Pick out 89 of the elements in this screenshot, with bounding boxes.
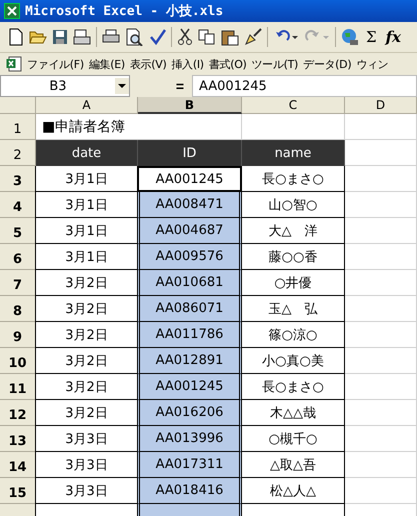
table-cell: AA013996 (137, 426, 242, 452)
row-header[interactable]: 8 (0, 296, 36, 322)
row-header[interactable]: 4 (0, 192, 36, 218)
column-header[interactable]: A (36, 97, 138, 114)
table-cell: 大△ 洋 (241, 218, 345, 244)
empty-cell (345, 218, 417, 244)
table-cell: AA009576 (137, 244, 242, 270)
printer-icon[interactable] (102, 29, 120, 45)
row-header[interactable]: 5 (0, 218, 36, 244)
table-cell: AA016206 (137, 400, 242, 426)
table-cell: 松△人△ (241, 478, 345, 504)
menu-item[interactable]: ファイル(F) (27, 56, 84, 72)
table-cell: AA010681 (137, 270, 242, 296)
empty-cell (345, 296, 417, 322)
row-header[interactable]: 9 (0, 322, 36, 348)
empty-cell (345, 452, 417, 478)
table-cell: 長○まさ○ (241, 374, 345, 400)
table-cell: AA017311 (137, 452, 242, 478)
menu-item[interactable]: 表示(V) (130, 56, 166, 72)
autosum-button[interactable]: Σ (364, 28, 379, 46)
empty-cell (345, 478, 417, 504)
row-header[interactable]: 6 (0, 244, 36, 270)
table-cell: 玉△ 弘 (241, 296, 345, 322)
table-cell: 山○智○ (241, 192, 345, 218)
column-header[interactable]: D (345, 97, 417, 114)
spreadsheet-icon (4, 3, 20, 19)
column-title: name (242, 140, 345, 166)
column-header[interactable]: C (242, 97, 345, 114)
table-cell: AA004687 (137, 218, 242, 244)
row-header[interactable]: 14 (0, 452, 36, 478)
scissors-icon[interactable] (177, 28, 193, 46)
menu-item[interactable]: ウィン (356, 56, 388, 72)
empty-cell (345, 348, 417, 374)
globe-icon[interactable] (341, 28, 359, 46)
row-header[interactable]: 7 (0, 270, 36, 296)
new-document-icon[interactable] (8, 28, 24, 46)
table-cell: 小○真○美 (241, 348, 345, 374)
column-title: ID (138, 140, 242, 166)
row-header[interactable]: 15 (0, 478, 36, 504)
menu-item[interactable]: 書式(O) (208, 56, 247, 72)
empty-cell (345, 400, 417, 426)
table-cell: 木△△哉 (241, 400, 345, 426)
table-cell: ○槻千○ (241, 426, 345, 452)
empty-cell (345, 114, 417, 140)
table-cell: AA001245 (137, 374, 242, 400)
column-title: date (36, 140, 138, 166)
empty-cell (345, 426, 417, 452)
table-cell: 長○まさ○ (241, 166, 345, 192)
table-cell: 藤○○香 (241, 244, 345, 270)
row-header[interactable]: 10 (0, 348, 36, 374)
empty-cell (345, 166, 417, 192)
row-header[interactable]: 12 (0, 400, 36, 426)
formula-field[interactable]: AA001245 (192, 75, 417, 97)
menu-item[interactable]: ツール(T) (252, 56, 298, 72)
row-header[interactable]: 3 (0, 166, 36, 192)
row-header[interactable]: 11 (0, 374, 36, 400)
function-button[interactable]: fx (384, 28, 404, 46)
menu-item[interactable]: 挿入(I) (171, 56, 204, 72)
dropdown-icon[interactable] (115, 78, 129, 94)
table-cell: AA012891 (137, 348, 242, 374)
name-box[interactable]: B3 (0, 75, 130, 97)
column-header[interactable]: B (138, 97, 242, 114)
table-cell: AA011786 (137, 322, 242, 348)
menu-item[interactable]: データ(D) (303, 56, 352, 72)
window-title: Microsoft Excel - 小技.xls (25, 3, 224, 20)
preview-icon[interactable] (125, 28, 143, 46)
table-cell: △取△吾 (241, 452, 345, 478)
empty-cell (345, 270, 417, 296)
save-icon[interactable] (52, 29, 68, 45)
table-cell: AA018416 (137, 478, 242, 504)
row-header[interactable]: 1 (0, 114, 36, 140)
clipboard-icon[interactable] (221, 28, 239, 46)
empty-cell (345, 192, 417, 218)
empty-cell (345, 322, 417, 348)
copy-icon[interactable] (198, 29, 216, 45)
menu-item[interactable]: 編集(E) (88, 56, 125, 72)
spelling-check-icon[interactable] (148, 28, 166, 46)
row-header[interactable]: 2 (0, 140, 36, 166)
empty-cell (345, 374, 417, 400)
empty-cell (345, 244, 417, 270)
spreadsheet-icon[interactable] (6, 56, 22, 72)
folder-icon[interactable] (29, 29, 47, 45)
table-cell: AA008471 (137, 192, 242, 218)
table-cell: ○井優 (241, 270, 345, 296)
table-cell: AA086071 (137, 296, 242, 322)
paintbrush-icon[interactable] (244, 28, 262, 46)
table-cell: 篠○涼○ (241, 322, 345, 348)
table-cell: AA001245 (137, 166, 242, 192)
row-header[interactable]: 13 (0, 426, 36, 452)
